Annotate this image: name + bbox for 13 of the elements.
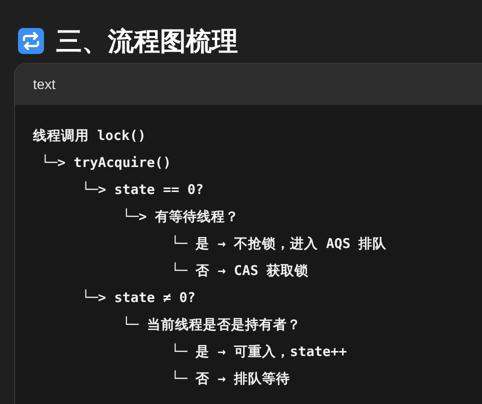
code-line: 线程调用 lock()	[33, 127, 146, 146]
code-line: └─ 否 → CAS 获取锁	[170, 261, 308, 281]
code-line: └─ 是 → 可重入，state++	[170, 342, 347, 362]
code-line: └─> 有等待线程？	[121, 207, 239, 227]
section-heading: 三、流程图梳理	[56, 28, 238, 54]
language-label: text	[33, 75, 56, 94]
code-line: └─ 否 → 排队等待	[170, 369, 290, 389]
code-line: └─ 当前线程是否是持有者？	[121, 315, 301, 335]
code-line: └─> state == 0?	[80, 180, 204, 200]
code-line: └─> tryAcquire()	[40, 153, 172, 173]
code-line: └─> state ≠ 0?	[80, 288, 196, 308]
repeat-icon	[18, 28, 44, 54]
code-line: └─ 是 → 不抢锁，进入 AQS 排队	[170, 234, 387, 254]
